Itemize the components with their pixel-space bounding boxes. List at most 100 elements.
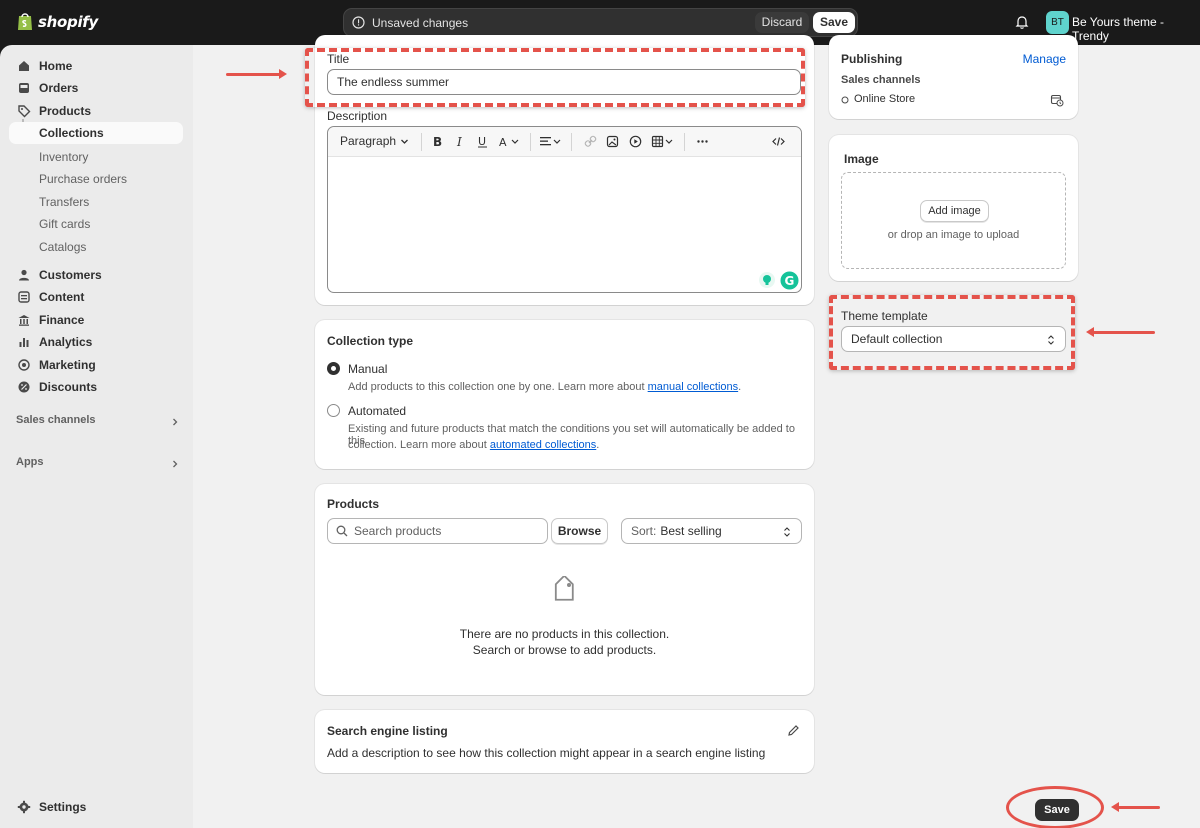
store-name[interactable]: Be Yours theme - Trendy bbox=[1072, 15, 1200, 43]
browse-button[interactable]: Browse bbox=[551, 518, 608, 544]
discount-icon bbox=[18, 381, 30, 393]
sidebar-item-label: Discounts bbox=[39, 380, 98, 394]
grammarly-icon[interactable]: G bbox=[780, 271, 799, 290]
sidebar-item-content[interactable]: Content bbox=[9, 286, 183, 308]
svg-text:G: G bbox=[785, 274, 795, 288]
sidebar-item-purchase-orders[interactable]: Purchase orders bbox=[39, 172, 127, 186]
automated-collections-link[interactable]: automated collections bbox=[490, 439, 596, 451]
video-icon[interactable] bbox=[629, 135, 642, 148]
chevron-right-icon[interactable] bbox=[170, 417, 180, 427]
code-icon[interactable] bbox=[772, 135, 785, 148]
image-dropzone[interactable]: Add image or drop an image to upload bbox=[841, 172, 1066, 269]
manual-radio[interactable] bbox=[327, 362, 340, 375]
sidebar-item-settings[interactable]: Settings bbox=[9, 796, 183, 818]
gear-icon bbox=[17, 800, 31, 814]
bank-icon bbox=[18, 315, 30, 326]
manual-collections-link[interactable]: manual collections bbox=[648, 381, 739, 393]
unsaved-changes-bar: Unsaved changes Discard Save bbox=[343, 8, 858, 37]
products-card: Products Search products Browse Sort: Be… bbox=[315, 484, 814, 695]
underline-icon[interactable]: U bbox=[476, 135, 489, 148]
text-color-icon[interactable]: A bbox=[498, 135, 522, 148]
automated-label[interactable]: Automated bbox=[348, 404, 406, 418]
title-highlight-annotation bbox=[305, 48, 805, 107]
sidebar-item-home[interactable]: Home bbox=[9, 55, 183, 77]
italic-icon[interactable]: I bbox=[454, 135, 467, 148]
sidebar-item-finance[interactable]: Finance bbox=[9, 309, 183, 331]
empty-state-line1: There are no products in this collection… bbox=[459, 627, 670, 641]
link-icon[interactable] bbox=[584, 135, 597, 148]
description-label: Description bbox=[327, 109, 388, 123]
bold-icon[interactable]: B bbox=[431, 135, 444, 148]
calendar-clock-icon[interactable] bbox=[1050, 93, 1064, 107]
seo-heading: Search engine listing bbox=[327, 724, 448, 738]
paragraph-select[interactable]: Paragraph bbox=[340, 134, 396, 148]
sidebar-item-customers[interactable]: Customers bbox=[9, 264, 183, 286]
image-icon[interactable] bbox=[606, 135, 619, 148]
drop-image-text: or drop an image to upload bbox=[887, 229, 1020, 241]
shopify-logo[interactable]: shopify bbox=[16, 11, 98, 32]
search-products-input[interactable]: Search products bbox=[327, 518, 548, 544]
sidebar-item-inventory[interactable]: Inventory bbox=[39, 150, 88, 164]
empty-state-line2: Search or browse to add products. bbox=[472, 643, 657, 657]
table-icon[interactable] bbox=[651, 135, 675, 148]
shopify-bag-icon bbox=[18, 13, 32, 30]
discard-button[interactable]: Discard bbox=[755, 12, 809, 33]
sidebar-item-collections[interactable]: Collections bbox=[9, 122, 183, 144]
manual-description: Add products to this collection one by o… bbox=[348, 381, 741, 393]
more-horizontal-icon[interactable] bbox=[696, 135, 709, 148]
sidebar-item-label: Content bbox=[39, 290, 85, 304]
publishing-card: Publishing Manage Sales channels Online … bbox=[829, 35, 1078, 119]
sidebar-item-label: Collections bbox=[39, 126, 104, 140]
sidebar-item-catalogs[interactable]: Catalogs bbox=[39, 240, 86, 254]
sales-channels-label: Sales channels bbox=[841, 74, 921, 86]
sidebar-item-analytics[interactable]: Analytics bbox=[9, 331, 183, 353]
toolbar-divider bbox=[571, 133, 572, 151]
svg-text:B: B bbox=[433, 135, 442, 148]
pencil-icon[interactable] bbox=[787, 724, 800, 737]
sidebar-item-discounts[interactable]: Discounts bbox=[9, 376, 183, 398]
sort-select[interactable]: Sort: Best selling bbox=[621, 518, 802, 544]
chevron-right-icon[interactable] bbox=[170, 459, 180, 469]
sidebar-item-transfers[interactable]: Transfers bbox=[39, 195, 89, 209]
chevron-down-icon[interactable] bbox=[398, 135, 411, 148]
sidebar-item-label: Settings bbox=[39, 800, 87, 814]
toolbar-divider bbox=[421, 133, 422, 151]
save-button-top[interactable]: Save bbox=[813, 12, 855, 33]
toolbar-divider bbox=[530, 133, 531, 151]
toolbar-divider bbox=[684, 133, 685, 151]
sidebar-item-marketing[interactable]: Marketing bbox=[9, 354, 183, 376]
apps-heading[interactable]: Apps bbox=[16, 456, 44, 468]
inbox-icon bbox=[19, 83, 29, 93]
publishing-heading: Publishing bbox=[841, 52, 903, 66]
add-image-button[interactable]: Add image bbox=[920, 200, 989, 222]
sidebar-item-gift-cards[interactable]: Gift cards bbox=[39, 217, 90, 231]
search-icon bbox=[336, 525, 348, 537]
save-highlight-annotation bbox=[1006, 786, 1104, 828]
sidebar-item-products[interactable]: Products bbox=[9, 100, 183, 122]
seo-description: Add a description to see how this collec… bbox=[327, 746, 766, 760]
manual-label[interactable]: Manual bbox=[348, 362, 387, 376]
manage-link[interactable]: Manage bbox=[1023, 52, 1066, 66]
arrow-head-right bbox=[279, 69, 287, 79]
unsaved-changes-text: Unsaved changes bbox=[372, 16, 469, 30]
sidebar-item-orders[interactable]: Orders bbox=[9, 77, 183, 99]
arrow-to-theme-template bbox=[1093, 331, 1155, 334]
products-heading: Products bbox=[327, 497, 380, 511]
online-store-label: Online Store bbox=[854, 93, 916, 105]
content-icon bbox=[18, 291, 30, 303]
empty-tag-icon bbox=[554, 576, 574, 601]
sales-channels-heading[interactable]: Sales channels bbox=[16, 414, 96, 426]
sort-label: Sort: bbox=[631, 524, 657, 538]
search-engine-listing-card: Search engine listing Add a description … bbox=[315, 710, 814, 773]
image-heading: Image bbox=[844, 152, 879, 166]
bell-icon[interactable] bbox=[1014, 14, 1030, 30]
automated-radio[interactable] bbox=[327, 404, 340, 417]
align-icon[interactable] bbox=[539, 135, 563, 148]
rich-text-toolbar: Paragraph B I U A bbox=[328, 127, 801, 157]
sidebar-item-label: Marketing bbox=[39, 358, 96, 372]
sparkle-assist-icon[interactable] bbox=[758, 271, 776, 289]
status-dot-icon bbox=[841, 96, 849, 104]
sidebar-item-label: Customers bbox=[39, 268, 102, 282]
avatar[interactable]: BT bbox=[1046, 11, 1069, 34]
svg-text:I: I bbox=[456, 135, 462, 148]
